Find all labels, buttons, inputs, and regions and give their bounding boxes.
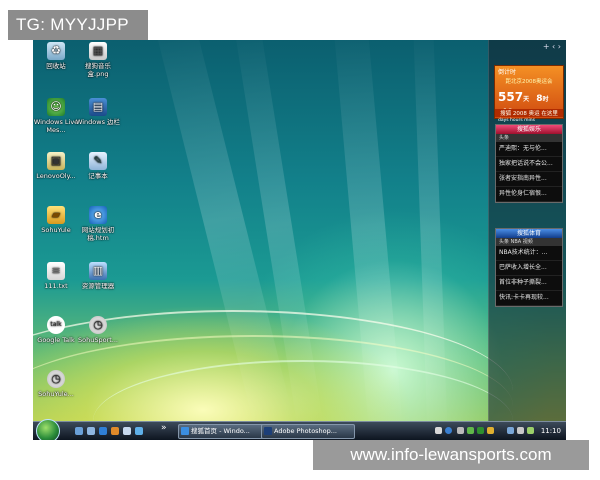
countdown-values: 557天 8时 49 days hours mins bbox=[498, 90, 563, 123]
recycle-bin-icon: ♻ bbox=[47, 42, 65, 60]
desktop-icon-label: SohuYule... bbox=[38, 390, 74, 398]
taskbar: » 搜狐首页 - Windo... Adobe Photoshop... 11:… bbox=[33, 419, 566, 440]
news-item[interactable]: 巴萨收入增长全... bbox=[496, 261, 562, 276]
ie-quicklaunch-icon[interactable] bbox=[99, 427, 107, 435]
ent-gadget-tab[interactable]: 头条 bbox=[496, 134, 562, 142]
desktop-icon-sohusport[interactable]: ◷ SohuSport... bbox=[75, 316, 121, 344]
ie-icon bbox=[181, 427, 189, 435]
photoshop-icon bbox=[264, 427, 272, 435]
news-item[interactable]: 严迪熙：无与伦... bbox=[496, 142, 562, 157]
taskbar-button-ie[interactable]: 搜狐首页 - Windo... bbox=[178, 424, 264, 439]
countdown-days-label: 天 bbox=[523, 96, 530, 103]
clock-icon: ◷ bbox=[47, 370, 65, 388]
start-button[interactable] bbox=[36, 419, 60, 440]
desktop-icon-recycle-bin[interactable]: ♻ 回收站 bbox=[33, 42, 79, 70]
news-item[interactable]: NBA技术统计：... bbox=[496, 246, 562, 261]
desktop-icon-label: LenovoOly... bbox=[36, 172, 76, 180]
desktop-icon-google-talk[interactable]: talk Google Talk bbox=[33, 316, 79, 344]
desktop-icon-label: 111.txt bbox=[44, 282, 68, 290]
task-label: 搜狐首页 - Windo... bbox=[191, 427, 250, 435]
security-tray-icon[interactable] bbox=[477, 427, 484, 434]
volume-icon[interactable] bbox=[517, 427, 524, 434]
desktop-icon-notepad[interactable]: ✎ 记事本 bbox=[75, 152, 121, 180]
sidebar-icon: ▤ bbox=[89, 98, 107, 116]
sohu-sports-gadget[interactable]: 搜狐体育 头条 NBA 视频 NBA技术统计：... 巴萨收入增长全... 首位… bbox=[495, 228, 563, 307]
countdown-gadget[interactable]: 倒计时 距北京2008奥运会 557天 8时 49 days hours min… bbox=[494, 65, 564, 123]
countdown-days: 557 bbox=[498, 90, 524, 104]
desktop-icon-label: 搜狗音乐盒.png bbox=[85, 62, 111, 78]
sports-gadget-title: 搜狐体育 bbox=[496, 229, 562, 238]
desktop-icon-sohuyule-shortcut[interactable]: ◷ SohuYule... bbox=[33, 370, 79, 398]
desktop-icon-music-png[interactable]: ▦ 搜狗音乐盒.png bbox=[75, 42, 121, 78]
explorer-icon: ▥ bbox=[89, 262, 107, 280]
countdown-subtitle: 距北京2008奥运会 bbox=[505, 79, 553, 85]
countdown-footer: 搜狐 2008 奥运 在这里 bbox=[495, 109, 563, 117]
shortcut-icon: ▣ bbox=[47, 152, 65, 170]
show-desktop-icon[interactable] bbox=[75, 427, 83, 435]
countdown-hours-label: 时 bbox=[542, 96, 549, 103]
desktop-screen: ♻ 回收站 ▦ 搜狗音乐盒.png ☺ Windows Live Mes... … bbox=[33, 40, 566, 440]
desktop-icon-live-messenger[interactable]: ☺ Windows Live Mes... bbox=[33, 98, 79, 134]
news-item[interactable]: 独家把话说不会公... bbox=[496, 157, 562, 172]
sidebar-controls[interactable]: + ‹ › bbox=[489, 40, 566, 54]
switch-windows-icon[interactable] bbox=[87, 427, 95, 435]
media-player-icon[interactable] bbox=[111, 427, 119, 435]
app-quicklaunch-icon[interactable] bbox=[135, 427, 143, 435]
desktop-icon-label: 网站规划初稿.htm bbox=[81, 226, 115, 242]
ie-icon: e bbox=[89, 206, 107, 224]
taskbar-button-photoshop[interactable]: Adobe Photoshop... bbox=[261, 424, 355, 439]
app-tray-icon[interactable] bbox=[487, 427, 494, 434]
explorer-quicklaunch-icon[interactable] bbox=[123, 427, 131, 435]
desktop-icon-label: SohuYule bbox=[41, 226, 71, 234]
desktop-icon-label: SohuSport... bbox=[78, 336, 118, 344]
task-label: Adobe Photoshop... bbox=[274, 427, 337, 435]
countdown-units: days hours mins bbox=[498, 118, 535, 123]
countdown-header: 倒计时 bbox=[498, 69, 517, 76]
news-item[interactable]: 首位非种子撕裂... bbox=[496, 276, 562, 291]
help-icon[interactable] bbox=[445, 427, 452, 434]
desktop-icon-label: 回收站 bbox=[46, 62, 66, 70]
power-icon[interactable] bbox=[527, 427, 534, 434]
messenger-icon: ☺ bbox=[47, 98, 65, 116]
text-file-icon: ≡ bbox=[47, 262, 65, 280]
desktop-icon-111-txt[interactable]: ≡ 111.txt bbox=[33, 262, 79, 290]
desktop-icon-label: Windows Live Mes... bbox=[33, 118, 79, 134]
desktop-icon-windows-sidebar[interactable]: ▤ Windows 边栏 bbox=[75, 98, 121, 126]
desktop-icon-label: 资源管理器 bbox=[81, 282, 115, 290]
desktop-icon-label: Windows 边栏 bbox=[75, 118, 121, 126]
ent-gadget-title: 搜狐娱乐 bbox=[496, 125, 562, 134]
input-method-icon[interactable] bbox=[435, 427, 442, 434]
quicklaunch-chevron-icon[interactable]: » bbox=[161, 423, 167, 433]
image-file-icon: ▦ bbox=[89, 42, 107, 60]
folder-icon: ▰ bbox=[47, 206, 65, 224]
channel-tag: TG: MYYJJPP bbox=[8, 10, 148, 40]
site-watermark: www.info-lewansports.com bbox=[313, 440, 589, 470]
settings-tray-icon[interactable] bbox=[457, 427, 464, 434]
desktop-icon-label: 记事本 bbox=[88, 172, 108, 180]
desktop-icon-htm-file[interactable]: e 网站规划初稿.htm bbox=[75, 206, 121, 242]
taskbar-clock[interactable]: 11:10 bbox=[541, 422, 561, 440]
network-tray-icon[interactable] bbox=[467, 427, 474, 434]
network-status-icon[interactable] bbox=[507, 427, 514, 434]
desktop-icon-lenovo[interactable]: ▣ LenovoOly... bbox=[33, 152, 79, 180]
desktop-icon-sohuyule-folder[interactable]: ▰ SohuYule bbox=[33, 206, 79, 234]
news-item[interactable]: 张者安指南异性... bbox=[496, 172, 562, 187]
news-item[interactable]: 异性伦身仁宿恨... bbox=[496, 187, 562, 202]
news-item[interactable]: 快讯:卡卡再现较... bbox=[496, 291, 562, 306]
desktop-icon-label: Google Talk bbox=[37, 336, 75, 344]
windows-sidebar: + ‹ › 倒计时 距北京2008奥运会 557天 8时 49 days hou… bbox=[488, 40, 566, 422]
sohu-ent-gadget[interactable]: 搜狐娱乐 头条 严迪熙：无与伦... 独家把话说不会公... 张者安指南异性..… bbox=[495, 124, 563, 203]
sports-gadget-tabs[interactable]: 头条 NBA 视频 bbox=[496, 238, 562, 246]
talk-icon: talk bbox=[47, 316, 65, 334]
clock-icon: ◷ bbox=[89, 316, 107, 334]
desktop-icon-explorer[interactable]: ▥ 资源管理器 bbox=[75, 262, 121, 290]
notepad-icon: ✎ bbox=[89, 152, 107, 170]
